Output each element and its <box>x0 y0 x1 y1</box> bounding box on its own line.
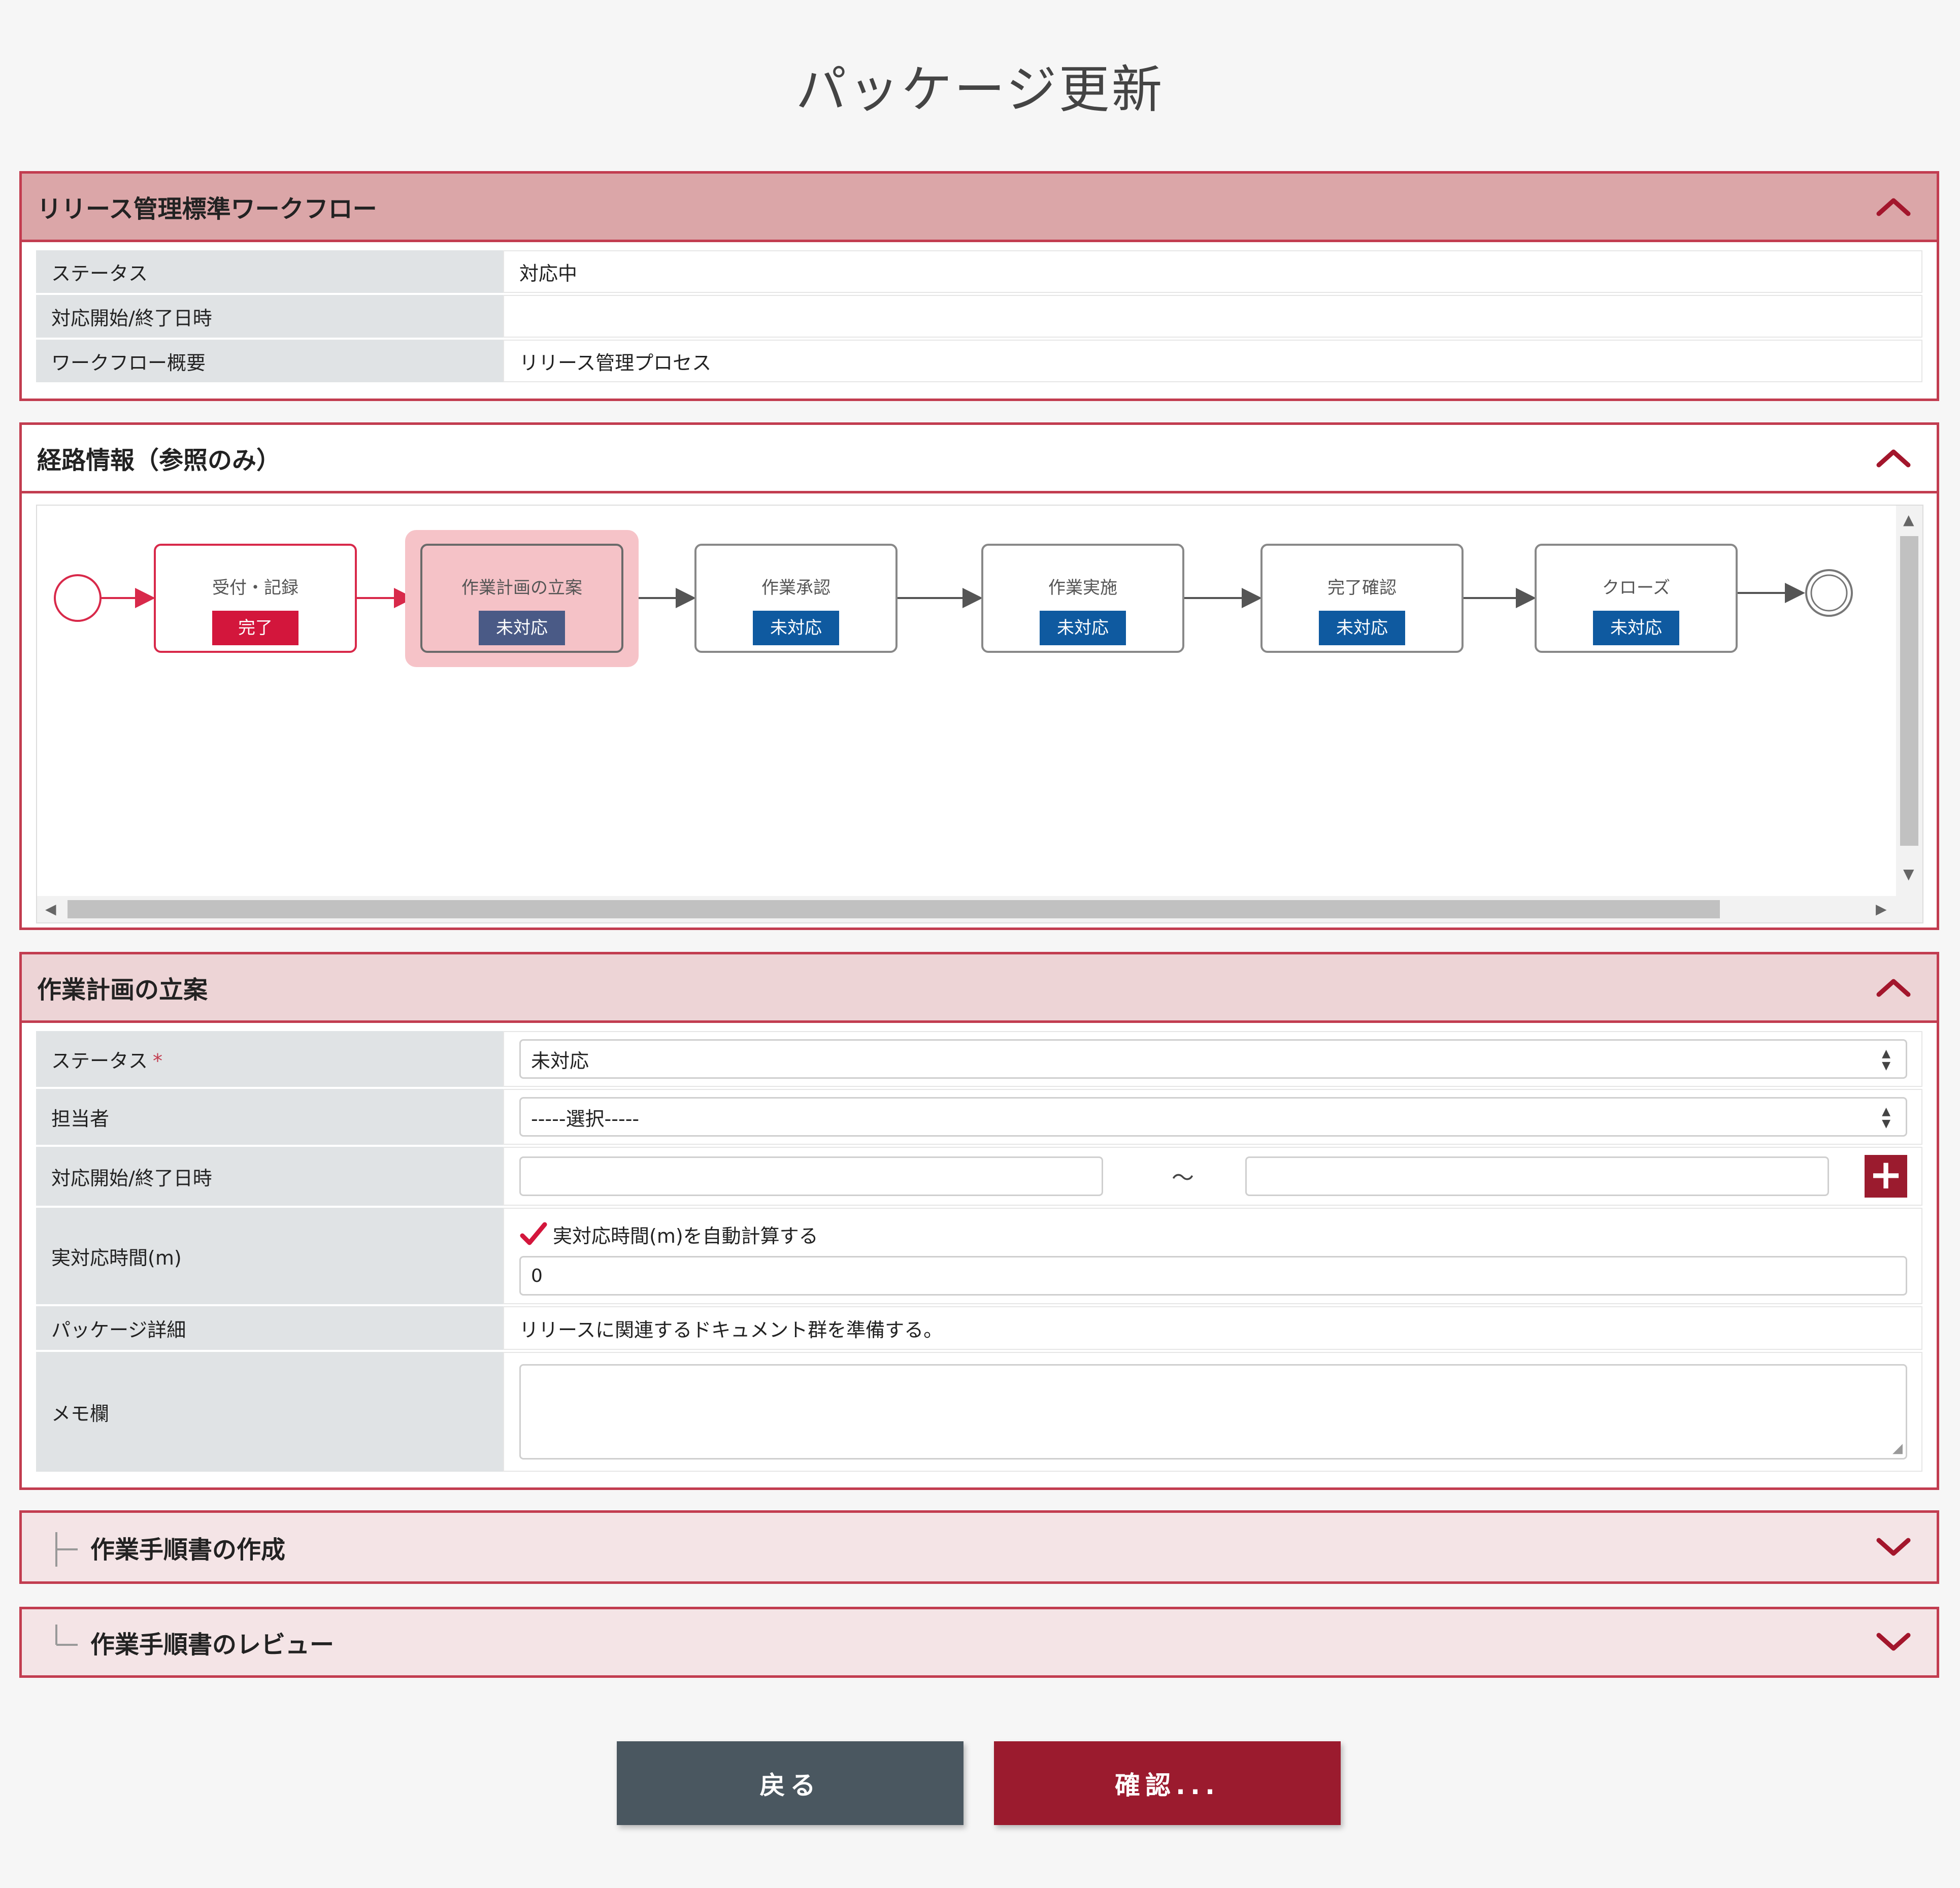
chevron-up-icon[interactable] <box>1876 448 1911 468</box>
workflow-panel-title: リリース管理標準ワークフロー <box>37 195 377 223</box>
flow-node-name: 作業承認 <box>761 578 830 598</box>
auto-calc-label: 実対応時間(m)を自動計算する <box>553 1224 818 1247</box>
chevron-down-icon[interactable] <box>1876 1537 1911 1558</box>
required-mark: * <box>153 1049 163 1072</box>
confirm-button[interactable]: 確認... <box>994 1741 1341 1825</box>
workflow-info-table: ステータス 対応中 対応開始/終了日時 ワークフロー概要 リリース管理プロセス <box>36 248 1922 384</box>
horizontal-scrollbar[interactable]: ◀ ▶ <box>37 896 1898 922</box>
end-event <box>1805 569 1853 617</box>
status-label-text: ステータス <box>51 1049 148 1072</box>
chevron-down-icon[interactable] <box>1876 1632 1911 1652</box>
horizontal-scroll-thumb[interactable] <box>68 900 1720 918</box>
flow-node-status-badge: 未対応 <box>753 611 839 645</box>
auto-calc-checkbox-row[interactable]: 実対応時間(m)を自動計算する <box>519 1216 1907 1252</box>
assignee-select[interactable]: -----選択----- ▲ ▼ <box>519 1097 1907 1137</box>
flow-node-status-badge: 完了 <box>212 611 298 645</box>
back-button[interactable]: 戻る <box>617 1741 964 1825</box>
table-row: 対応開始/終了日時 ～ + <box>36 1147 1922 1206</box>
datetime-label: 対応開始/終了日時 <box>36 295 503 338</box>
check-icon[interactable] <box>519 1221 548 1247</box>
tree-branch-icon <box>55 1532 78 1567</box>
memo-textarea[interactable]: ◢ <box>519 1364 1907 1460</box>
status-select-value: 未対応 <box>531 1049 589 1072</box>
overview-value: リリース管理プロセス <box>503 340 1922 382</box>
start-event <box>54 574 102 622</box>
flow-node-status-badge: 未対応 <box>1319 611 1405 645</box>
flow-node-status-badge: 未対応 <box>1593 611 1679 645</box>
table-row: 担当者 -----選択----- ▲ ▼ <box>36 1089 1922 1145</box>
select-arrows-icon: ▲ ▼ <box>1882 1105 1890 1130</box>
route-panel: 経路情報（参照のみ） 受付・記録 完了 作業計画の立案 未対応 作業承認 未対応… <box>19 422 1939 930</box>
table-row: ワークフロー概要 リリース管理プロセス <box>36 340 1922 382</box>
vertical-scrollbar[interactable]: ▲ ▼ <box>1896 506 1922 922</box>
flow-node-status-badge: 未対応 <box>479 611 565 645</box>
flow-node-name: 完了確認 <box>1327 578 1397 598</box>
flow-node-reception[interactable]: 受付・記録 完了 <box>154 544 357 653</box>
chevron-up-icon[interactable] <box>1876 977 1911 998</box>
table-row: パッケージ詳細 リリースに関連するドキュメント群を準備する。 <box>36 1306 1922 1350</box>
subtask-panel-create-procedure[interactable]: 作業手順書の作成 <box>19 1510 1939 1584</box>
vertical-scroll-thumb[interactable] <box>1900 536 1918 846</box>
detail-value: リリースに関連するドキュメント群を準備する。 <box>503 1306 1922 1350</box>
end-datetime-input[interactable] <box>1245 1156 1829 1196</box>
task-panel: 作業計画の立案 ステータス * 未対応 ▲ ▼ 担当者 -----選択-----… <box>19 952 1939 1490</box>
flow-node-name: クローズ <box>1602 578 1671 598</box>
form-label-status: ステータス * <box>36 1031 503 1087</box>
resize-grip-icon[interactable]: ◢ <box>1892 1441 1903 1456</box>
workflow-panel: リリース管理標準ワークフロー ステータス 対応中 対応開始/終了日時 ワークフロ… <box>19 171 1939 401</box>
actual-time-value: 0 <box>531 1265 543 1286</box>
flow-node-status-badge: 未対応 <box>1040 611 1126 645</box>
table-row: 対応開始/終了日時 <box>36 295 1922 338</box>
assignee-select-value: -----選択----- <box>531 1107 640 1130</box>
form-label-actual-time: 実対応時間(m) <box>36 1208 503 1304</box>
scroll-left-arrow-icon[interactable]: ◀ <box>45 902 56 916</box>
table-row: 実対応時間(m) 実対応時間(m)を自動計算する 0 <box>36 1208 1922 1304</box>
table-row: メモ欄 ◢ <box>36 1352 1922 1472</box>
flow-node-work-approval[interactable]: 作業承認 未対応 <box>694 544 898 653</box>
form-label-assignee: 担当者 <box>36 1089 503 1145</box>
tree-last-branch-icon <box>55 1625 78 1646</box>
flow-node-completion-check[interactable]: 完了確認 未対応 <box>1260 544 1464 653</box>
scroll-up-arrow-icon[interactable]: ▲ <box>1903 513 1914 527</box>
table-row: ステータス 対応中 <box>36 250 1922 293</box>
subtask-panel-review-procedure[interactable]: 作業手順書のレビュー <box>19 1607 1939 1678</box>
datetime-separator: ～ <box>1172 1165 1194 1191</box>
overview-label: ワークフロー概要 <box>36 340 503 382</box>
flow-diagram: 受付・記録 完了 作業計画の立案 未対応 作業承認 未対応 作業実施 未対応 完… <box>36 505 1923 923</box>
status-value: 対応中 <box>503 250 1922 293</box>
status-label: ステータス <box>36 250 503 293</box>
flow-node-work-plan[interactable]: 作業計画の立案 未対応 <box>420 544 623 653</box>
subtask-title: 作業手順書のレビュー <box>90 1631 335 1659</box>
task-panel-title: 作業計画の立案 <box>37 976 208 1004</box>
route-panel-title: 経路情報（参照のみ） <box>37 446 281 475</box>
scroll-down-arrow-icon[interactable]: ▼ <box>1903 867 1914 881</box>
table-row: ステータス * 未対応 ▲ ▼ <box>36 1031 1922 1087</box>
chevron-up-icon[interactable] <box>1876 196 1911 217</box>
form-label-datetime: 対応開始/終了日時 <box>36 1147 503 1206</box>
status-select[interactable]: 未対応 ▲ ▼ <box>519 1039 1907 1079</box>
start-datetime-input[interactable] <box>519 1156 1103 1196</box>
page-title: パッケージ更新 <box>795 60 1165 119</box>
flow-node-name: 受付・記録 <box>212 578 298 598</box>
flow-node-name: 作業計画の立案 <box>461 578 582 598</box>
form-label-detail: パッケージ詳細 <box>36 1306 503 1350</box>
form-label-memo: メモ欄 <box>36 1352 503 1472</box>
flow-node-work-execution[interactable]: 作業実施 未対応 <box>981 544 1184 653</box>
route-panel-header[interactable]: 経路情報（参照のみ） <box>22 425 1937 493</box>
actual-time-input[interactable]: 0 <box>519 1256 1907 1296</box>
subtask-title: 作業手順書の作成 <box>90 1535 286 1564</box>
task-form-table: ステータス * 未対応 ▲ ▼ 担当者 -----選択----- ▲ ▼ 対応開… <box>36 1029 1922 1474</box>
workflow-panel-header[interactable]: リリース管理標準ワークフロー <box>22 174 1937 242</box>
flow-node-close[interactable]: クローズ 未対応 <box>1535 544 1738 653</box>
scroll-right-arrow-icon[interactable]: ▶ <box>1876 902 1887 916</box>
datetime-value <box>503 295 1922 338</box>
flow-node-name: 作業実施 <box>1048 578 1117 598</box>
task-panel-header[interactable]: 作業計画の立案 <box>22 954 1937 1023</box>
select-arrows-icon: ▲ ▼ <box>1882 1047 1890 1072</box>
add-datetime-button[interactable]: + <box>1865 1154 1907 1198</box>
